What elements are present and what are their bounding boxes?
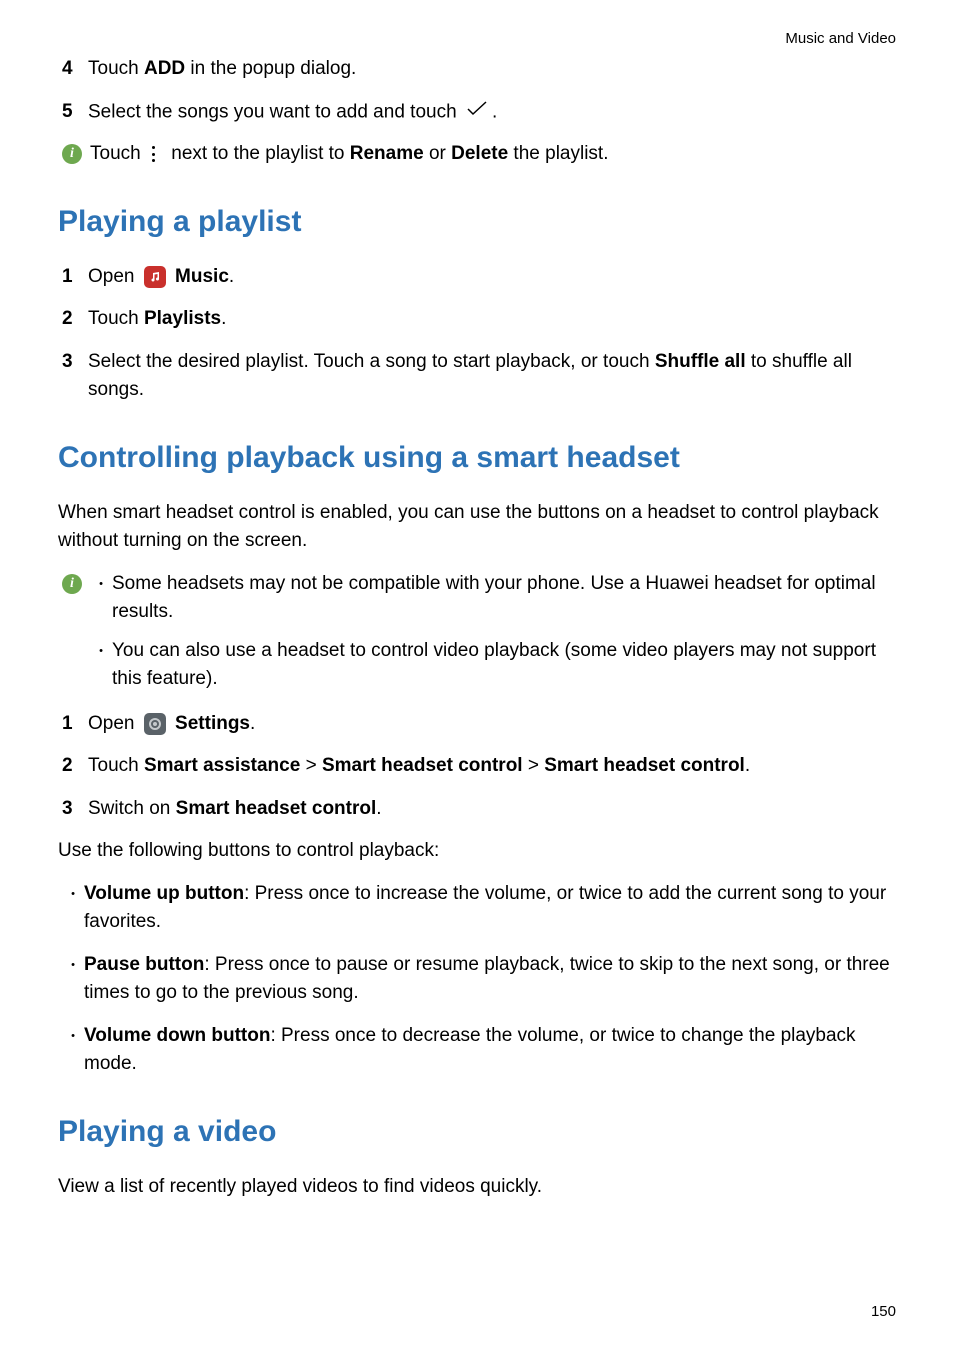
heading-smart-headset: Controlling playback using a smart heads…	[58, 441, 896, 475]
step-number: 4	[62, 55, 88, 84]
bullet-icon	[62, 951, 84, 980]
intro-playing-video: View a list of recently played videos to…	[58, 1173, 896, 1202]
bullet-icon	[90, 570, 112, 599]
step-number: 3	[62, 348, 88, 377]
step-text: Touch Playlists.	[88, 305, 896, 334]
step-number: 3	[62, 795, 88, 824]
bullet-icon	[62, 880, 84, 909]
tip-rename-delete: i Touch next to the playlist to Rename o…	[58, 140, 896, 169]
use-buttons-text: Use the following buttons to control pla…	[58, 837, 896, 866]
step-number: 2	[62, 752, 88, 781]
step-number: 5	[62, 98, 88, 127]
bullet-icon	[90, 637, 112, 666]
heading-playing-playlist: Playing a playlist	[58, 205, 896, 239]
music-app-icon	[144, 266, 166, 288]
step-number: 2	[62, 305, 88, 334]
page-header: Music and Video	[58, 30, 896, 47]
step-text: Open Settings.	[88, 710, 896, 739]
headset-step-2: 2 Touch Smart assistance > Smart headset…	[58, 752, 896, 781]
intro-smart-headset: When smart headset control is enabled, y…	[58, 499, 896, 556]
playlist-step-1: 1 Open Music.	[58, 263, 896, 292]
bullet-text: Volume down button: Press once to decrea…	[84, 1022, 896, 1079]
tip-bullet-1: Some headsets may not be compatible with…	[90, 570, 896, 627]
step-4: 4 Touch ADD in the popup dialog.	[58, 55, 896, 84]
step-text: Open Music.	[88, 263, 896, 292]
step-number: 1	[62, 263, 88, 292]
bullet-text: Some headsets may not be compatible with…	[112, 570, 896, 627]
heading-playing-video: Playing a video	[58, 1115, 896, 1149]
step-text: Select the songs you want to add and tou…	[88, 98, 896, 127]
bullet-text: Volume up button: Press once to increase…	[84, 880, 896, 937]
info-icon: i	[62, 574, 82, 594]
info-icon: i	[62, 144, 82, 164]
step-text: Touch ADD in the popup dialog.	[88, 55, 896, 84]
headset-step-3: 3 Switch on Smart headset control.	[58, 795, 896, 824]
page-number: 150	[871, 1303, 896, 1320]
pause-bullet: Pause button: Press once to pause or res…	[58, 951, 896, 1008]
step-number: 1	[62, 710, 88, 739]
checkmark-icon	[466, 98, 488, 127]
more-dots-icon	[152, 146, 156, 162]
step-text: Select the desired playlist. Touch a son…	[88, 348, 896, 405]
volume-down-bullet: Volume down button: Press once to decrea…	[58, 1022, 896, 1079]
playlist-step-2: 2 Touch Playlists.	[58, 305, 896, 334]
playlist-step-3: 3 Select the desired playlist. Touch a s…	[58, 348, 896, 405]
step-text: Touch Smart assistance > Smart headset c…	[88, 752, 896, 781]
tip-headset-compat: i Some headsets may not be compatible wi…	[58, 570, 896, 704]
step-text: Switch on Smart headset control.	[88, 795, 896, 824]
step-5: 5 Select the songs you want to add and t…	[58, 98, 896, 127]
bullet-text: You can also use a headset to control vi…	[112, 637, 896, 694]
tip-text: Touch next to the playlist to Rename or …	[90, 140, 896, 169]
headset-step-1: 1 Open Settings.	[58, 710, 896, 739]
volume-up-bullet: Volume up button: Press once to increase…	[58, 880, 896, 937]
bullet-icon	[62, 1022, 84, 1051]
settings-app-icon	[144, 713, 166, 735]
bullet-text: Pause button: Press once to pause or res…	[84, 951, 896, 1008]
tip-bullet-2: You can also use a headset to control vi…	[90, 637, 896, 694]
